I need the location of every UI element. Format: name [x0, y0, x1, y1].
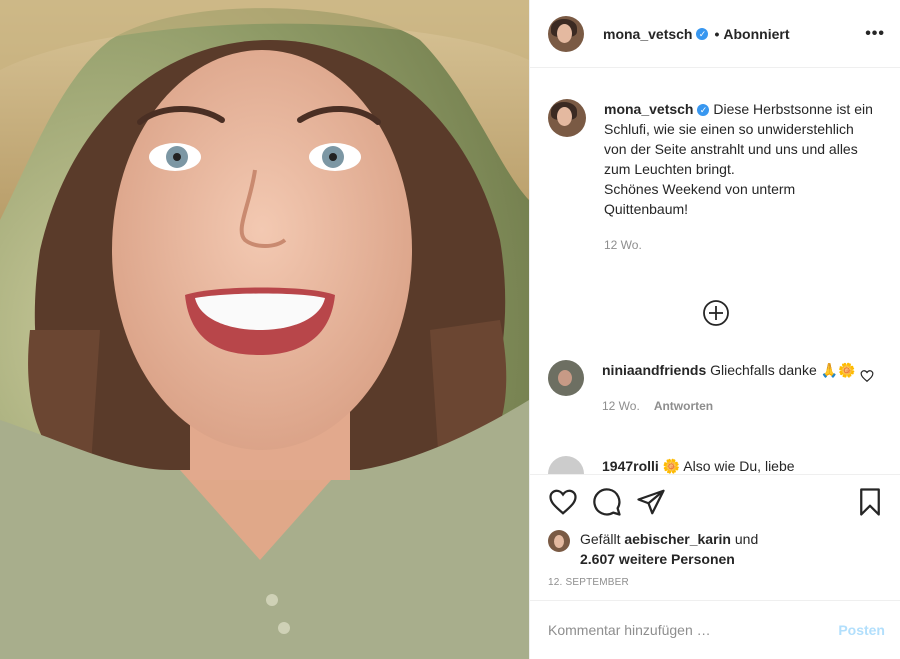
likes-summary: Gefällt aebischer_karin und 2.607 weiter… [548, 529, 885, 569]
comment-age[interactable]: 12 Wo. [602, 399, 640, 413]
caption-author-avatar[interactable] [548, 99, 586, 137]
comment-input[interactable] [548, 622, 839, 638]
bookmark-icon[interactable] [855, 487, 885, 517]
comment-icon[interactable] [592, 487, 622, 517]
likes-text: Gefällt aebischer_karin und 2.607 weiter… [580, 529, 758, 569]
avatar-face [558, 370, 572, 386]
liker-avatar[interactable] [548, 530, 570, 552]
reply-button[interactable]: Antworten [654, 399, 713, 413]
portrait-illustration [0, 0, 529, 659]
paper-plane-icon[interactable] [636, 487, 666, 517]
comment-like-heart-icon[interactable] [860, 369, 874, 383]
heart-icon[interactable] [548, 487, 578, 517]
caption-text: mona_vetsch ✓ Diese Herbstsonne ist ein S… [604, 99, 878, 219]
caption-body: mona_vetsch ✓ Diese Herbstsonne ist ein S… [604, 99, 878, 255]
post-header: mona_vetsch ✓ • Abonniert ••• [530, 0, 900, 68]
comment-body: 1947rolli 🌼 Also wie Du, liebe [602, 456, 886, 474]
liked-by-username[interactable]: aebischer_karin [624, 531, 731, 547]
verified-badge-icon: ✓ [696, 27, 709, 40]
plus-circle-icon[interactable] [702, 299, 730, 327]
avatar-face [554, 535, 564, 548]
comments-section[interactable]: mona_vetsch ✓ Diese Herbstsonne ist ein S… [530, 68, 900, 474]
commenter-avatar[interactable] [548, 360, 584, 396]
comment-item: 1947rolli 🌼 Also wie Du, liebe [548, 456, 886, 474]
comment-text: Gliechfalls danke 🙏🌼 [710, 362, 856, 378]
caption-age[interactable]: 12 Wo. [604, 238, 642, 252]
caption-meta: 12 Wo. [604, 235, 878, 255]
comment-body: niniaandfriends Gliechfalls danke 🙏🌼 12 … [602, 360, 886, 416]
follow-status-button[interactable]: Abonniert [723, 26, 789, 42]
commenter-username[interactable]: niniaandfriends [602, 362, 706, 378]
commenter-avatar[interactable] [548, 456, 584, 474]
action-icons-row [548, 475, 885, 529]
post-side-panel: mona_vetsch ✓ • Abonniert ••• mona_vetsc… [529, 0, 900, 659]
likes-connector: und [730, 531, 759, 547]
instagram-post-modal: mona_vetsch ✓ • Abonniert ••• mona_vetsc… [0, 0, 900, 659]
caption-content: Diese Herbstsonne ist ein Schlufi, wie s… [604, 101, 873, 217]
author-avatar[interactable] [548, 15, 584, 52]
comment-item: niniaandfriends Gliechfalls danke 🙏🌼 12 … [548, 360, 886, 416]
likes-count-link[interactable]: 2.607 weitere Personen [580, 551, 735, 567]
likes-prefix: Gefällt [580, 531, 625, 547]
post-date[interactable]: 12. SEPTEMBER [548, 577, 885, 588]
post-actions: Gefällt aebischer_karin und 2.607 weiter… [530, 474, 900, 588]
comment-meta: 12 Wo. Antworten [602, 396, 886, 416]
separator-dot: • [714, 25, 720, 42]
avatar-face [557, 107, 572, 126]
caption-username[interactable]: mona_vetsch [604, 101, 693, 117]
add-comment-bar: Posten [530, 600, 900, 659]
commenter-username[interactable]: 1947rolli [602, 458, 659, 474]
post-photo[interactable] [0, 0, 529, 659]
more-options-icon[interactable]: ••• [865, 25, 885, 43]
author-username[interactable]: mona_vetsch [603, 26, 692, 42]
caption: mona_vetsch ✓ Diese Herbstsonne ist ein S… [548, 99, 878, 255]
avatar-face [557, 23, 572, 43]
post-comment-button[interactable]: Posten [838, 622, 885, 638]
verified-badge-icon: ✓ [697, 104, 710, 116]
comment-text: 🌼 Also wie Du, liebe [662, 458, 795, 474]
